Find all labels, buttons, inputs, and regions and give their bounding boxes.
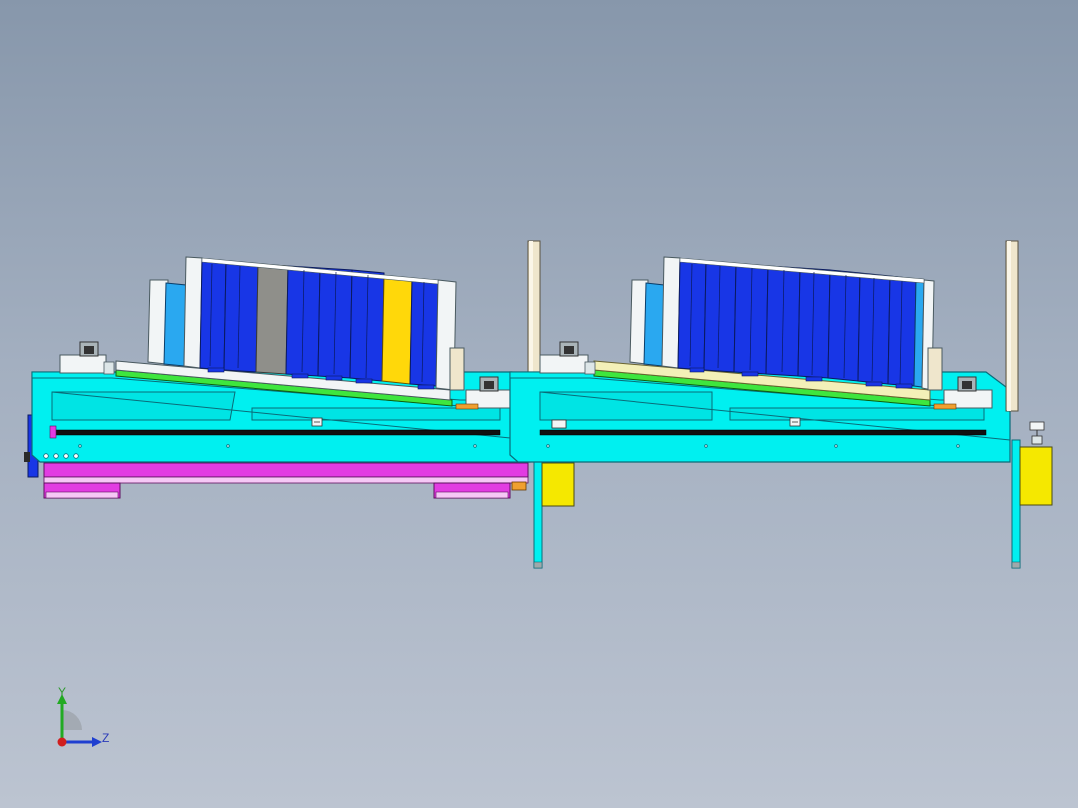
left-frame-cutout-right [251, 407, 501, 421]
right-light-blue-pad [643, 282, 665, 367]
left-cell-1 [199, 259, 227, 371]
right-cream-block [927, 347, 943, 391]
right-center-sensor [789, 417, 801, 427]
left-light-blue-pad [163, 282, 187, 367]
left-magenta-rail [43, 462, 529, 478]
right-clamp-left [539, 341, 596, 375]
coordinate-triad: Y Z [44, 680, 124, 760]
right-leg [1011, 439, 1021, 569]
left-orange-stop [511, 481, 527, 491]
right-frame-cutout-left [539, 391, 713, 421]
left-frame-cutout-upper [51, 391, 236, 421]
assembly-model[interactable] [0, 0, 1078, 808]
triad-graphic [57, 694, 102, 747]
triad-origin [57, 737, 67, 747]
right-yellow-block [1019, 446, 1053, 506]
left-motor-cap [24, 452, 30, 462]
left-magenta-base [43, 476, 529, 484]
left-magenta-carriage-2b [435, 491, 509, 499]
left-cream-block [449, 347, 465, 391]
triad-y-label: Y [58, 685, 67, 699]
triad-z-label: Z [102, 731, 110, 745]
left-module[interactable] [24, 256, 531, 499]
right-end-plate-front [661, 256, 681, 369]
right-post [1005, 240, 1019, 412]
left-magenta-carriage-1b [45, 491, 119, 499]
left-cell-2 [223, 261, 259, 373]
right-frame-cutout-right [729, 407, 985, 421]
triad-arc [62, 710, 82, 730]
left-center-sensor [311, 417, 323, 427]
left-cell-gray [255, 263, 289, 375]
right-guide-slot [539, 429, 987, 436]
center-button-sensor [551, 419, 567, 429]
left-end-plate-front [183, 256, 203, 369]
left-clamp-left [59, 341, 115, 375]
left-guide-slot [53, 429, 501, 436]
cad-viewport[interactable]: Y Z [0, 0, 1078, 808]
left-edge-marker [49, 425, 57, 439]
right-button-sensor [1029, 421, 1045, 445]
triad-z-arrow [92, 737, 102, 747]
left-cell-yellow [381, 275, 413, 385]
right-module[interactable] [509, 256, 1011, 463]
center-yellow-block [541, 462, 575, 507]
